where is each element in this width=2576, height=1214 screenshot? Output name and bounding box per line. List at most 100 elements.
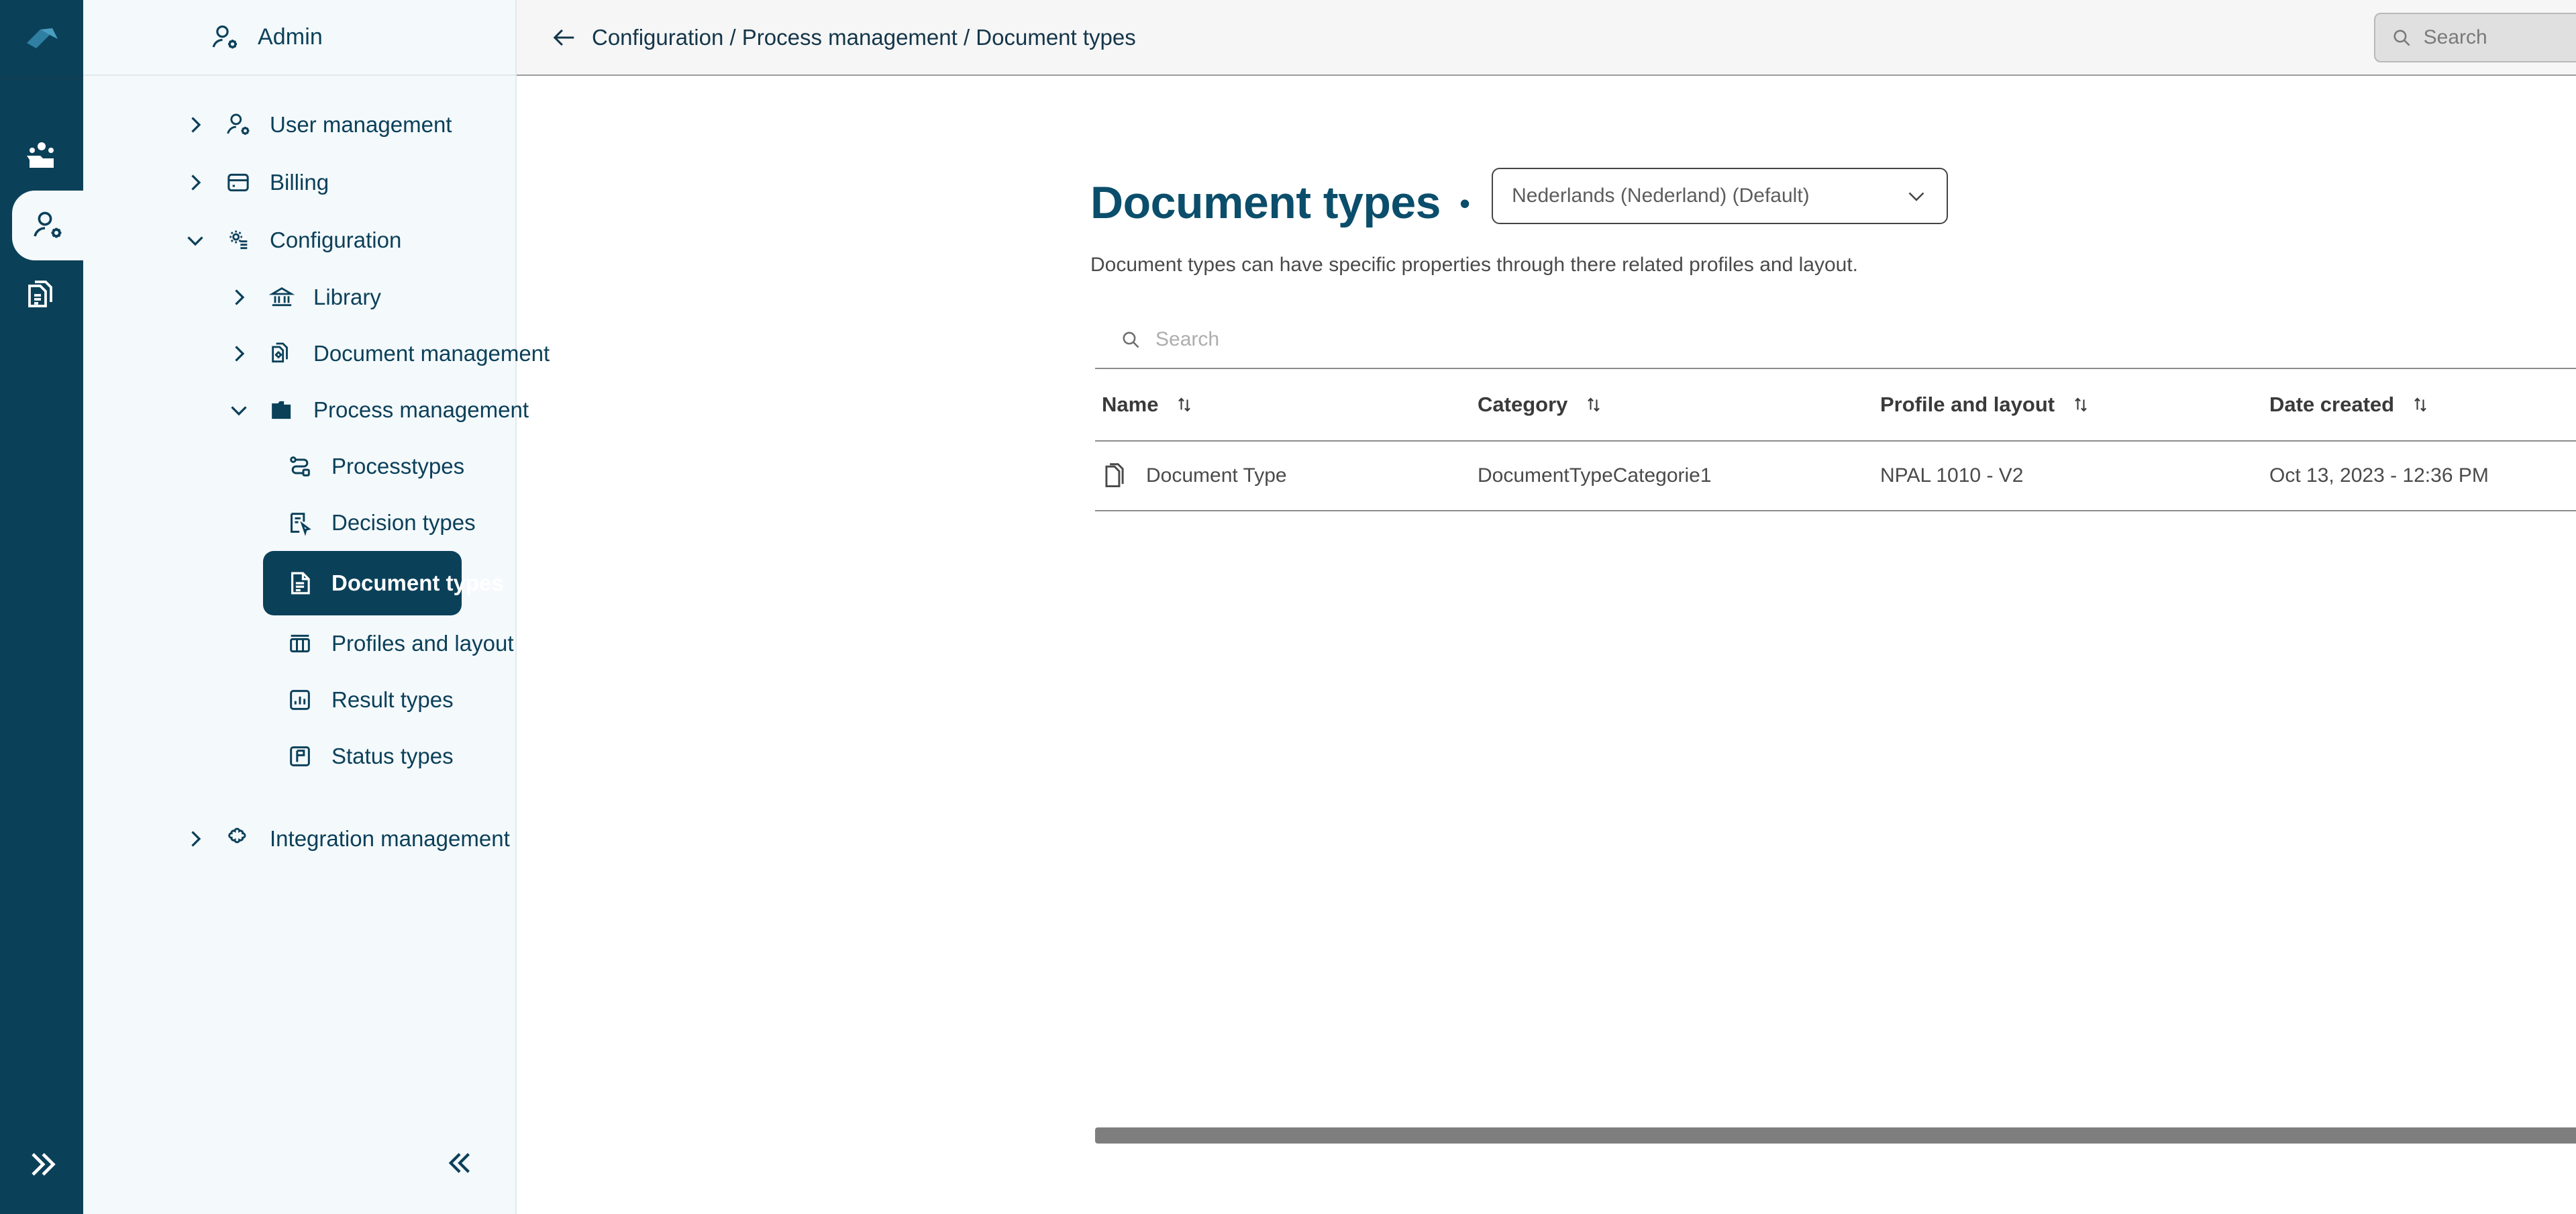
chevrons-right-icon <box>24 1147 59 1182</box>
app-root: Admin User management <box>0 0 2576 1214</box>
chevron-right-icon[interactable] <box>184 172 207 193</box>
document-lines-icon <box>285 569 315 597</box>
column-label: Category <box>1478 393 1567 417</box>
breadcrumb[interactable]: Configuration / Process management / Doc… <box>592 25 1136 50</box>
user-settings-icon <box>223 111 254 138</box>
cell-date-created: Oct 13, 2023 - 12:36 PM <box>2269 441 2576 511</box>
rail-item-teams[interactable] <box>0 121 83 191</box>
sidebar-nav: User management Billing <box>83 76 515 868</box>
sidebar-item-label: Status types <box>331 744 454 769</box>
chevron-down-icon[interactable] <box>184 232 207 249</box>
sidebar-header-label: Admin <box>258 24 323 50</box>
sidebar: Admin User management <box>83 0 517 1214</box>
icon-rail <box>0 0 83 1214</box>
app-logo-icon <box>23 26 60 52</box>
table-search[interactable]: Search Total: 1 <box>1095 311 2576 368</box>
sort-updown-icon[interactable] <box>2072 395 2090 415</box>
sidebar-item-document-management[interactable]: Document management <box>83 325 515 382</box>
page-header: Document types • Nederlands (Nederland) … <box>517 76 2576 225</box>
sidebar-item-library[interactable]: Library <box>83 269 515 325</box>
content-area: Document types • Nederlands (Nederland) … <box>517 76 2576 1214</box>
sidebar-item-label: Decision types <box>331 510 476 536</box>
team-folder-icon <box>24 140 59 172</box>
sidebar-item-label: Result types <box>331 687 454 713</box>
sidebar-item-label: User management <box>270 112 452 138</box>
sidebar-item-profiles-and-layout[interactable]: Profiles and layout <box>83 615 515 672</box>
sidebar-item-label: Profiles and layout <box>331 631 514 656</box>
rail-item-documents[interactable] <box>0 260 83 330</box>
app-logo[interactable] <box>0 0 83 77</box>
arrow-left-icon <box>552 26 577 49</box>
horizontal-scrollbar[interactable] <box>1095 1127 2576 1144</box>
chevron-right-icon[interactable] <box>184 115 207 135</box>
sort-updown-icon[interactable] <box>1176 395 1193 415</box>
sidebar-item-label: Document management <box>313 341 550 366</box>
table-body: Document Type DocumentTypeCategorie1 NPA… <box>1095 441 2576 511</box>
cell-name: Document Type <box>1095 441 1478 511</box>
bar-chart-icon <box>285 687 315 713</box>
sidebar-item-label: Integration management <box>270 826 510 852</box>
sidebar-collapse-button[interactable] <box>446 1148 476 1182</box>
back-button[interactable] <box>552 26 577 49</box>
global-search-placeholder: Search <box>2424 26 2487 49</box>
document-gear-icon <box>266 340 297 367</box>
column-header-category[interactable]: Category <box>1478 368 1880 441</box>
sidebar-item-billing[interactable]: Billing <box>83 154 515 211</box>
sidebar-header: Admin <box>83 0 515 76</box>
sidebar-item-result-types[interactable]: Result types <box>83 672 515 728</box>
sidebar-item-integration-management[interactable]: Integration management <box>83 810 515 868</box>
sidebar-item-document-types[interactable]: Document types <box>263 551 462 615</box>
page-subtitle: Document types can have specific propert… <box>517 254 2576 276</box>
table-head: Name Category <box>1095 368 2576 441</box>
main-area: Configuration / Process management / Doc… <box>517 0 2576 1214</box>
sidebar-item-configuration[interactable]: Configuration <box>83 211 515 269</box>
cell-category: DocumentTypeCategorie1 <box>1478 441 1880 511</box>
chevron-down-icon[interactable] <box>227 401 250 419</box>
search-icon <box>1121 330 1141 350</box>
flag-box-icon <box>285 743 315 770</box>
chevron-right-icon[interactable] <box>184 829 207 849</box>
puzzle-icon <box>223 825 254 852</box>
table-search-placeholder: Search <box>1155 328 1219 351</box>
sort-updown-icon[interactable] <box>2412 395 2429 415</box>
sidebar-item-label: Billing <box>270 170 329 195</box>
sidebar-item-label: Process management <box>313 397 529 423</box>
column-header-date-created[interactable]: Date created <box>2269 368 2576 441</box>
chevron-down-icon <box>1906 187 1926 205</box>
column-label: Name <box>1102 393 1158 417</box>
horizontal-scrollbar-thumb[interactable] <box>1095 1127 2576 1144</box>
user-settings-icon <box>30 209 65 242</box>
language-select-value: Nederlands (Nederland) (Default) <box>1512 185 1810 207</box>
table-section: Search Total: 1 Name <box>1095 311 2576 511</box>
sort-updown-icon[interactable] <box>1585 395 1602 415</box>
document-copy-icon <box>1102 462 1127 490</box>
sidebar-item-label: Document types <box>331 570 504 596</box>
rail-expand-button[interactable] <box>0 1147 83 1182</box>
sidebar-item-process-management[interactable]: Process management <box>83 382 515 438</box>
sidebar-item-label: Library <box>313 285 381 310</box>
column-header-profile-and-layout[interactable]: Profile and layout <box>1880 368 2269 441</box>
bank-icon <box>266 284 297 311</box>
card-icon <box>223 169 254 196</box>
documents-icon <box>24 279 59 311</box>
top-bar: Configuration / Process management / Doc… <box>517 0 2576 76</box>
columns-icon <box>285 630 315 657</box>
chevron-right-icon[interactable] <box>227 287 250 307</box>
sidebar-item-decision-types[interactable]: Decision types <box>83 495 515 551</box>
sidebar-item-processtypes[interactable]: Processtypes <box>83 438 515 495</box>
sidebar-item-status-types[interactable]: Status types <box>83 728 515 785</box>
rail-item-admin[interactable] <box>12 191 83 260</box>
document-types-table: Name Category <box>1095 368 2576 511</box>
title-separator: • <box>1459 188 1470 219</box>
global-search[interactable]: Search <box>2374 13 2576 62</box>
chevron-right-icon[interactable] <box>227 344 250 364</box>
table-header-row: Name Category <box>1095 368 2576 441</box>
sidebar-item-user-management[interactable]: User management <box>83 96 515 154</box>
language-select[interactable]: Nederlands (Nederland) (Default) <box>1492 168 1948 224</box>
column-label: Profile and layout <box>1880 393 2055 417</box>
process-icon <box>285 453 315 480</box>
column-label: Date created <box>2269 393 2394 417</box>
table-row[interactable]: Document Type DocumentTypeCategorie1 NPA… <box>1095 441 2576 511</box>
cell-profile-and-layout: NPAL 1010 - V2 <box>1880 441 2269 511</box>
column-header-name[interactable]: Name <box>1095 368 1478 441</box>
